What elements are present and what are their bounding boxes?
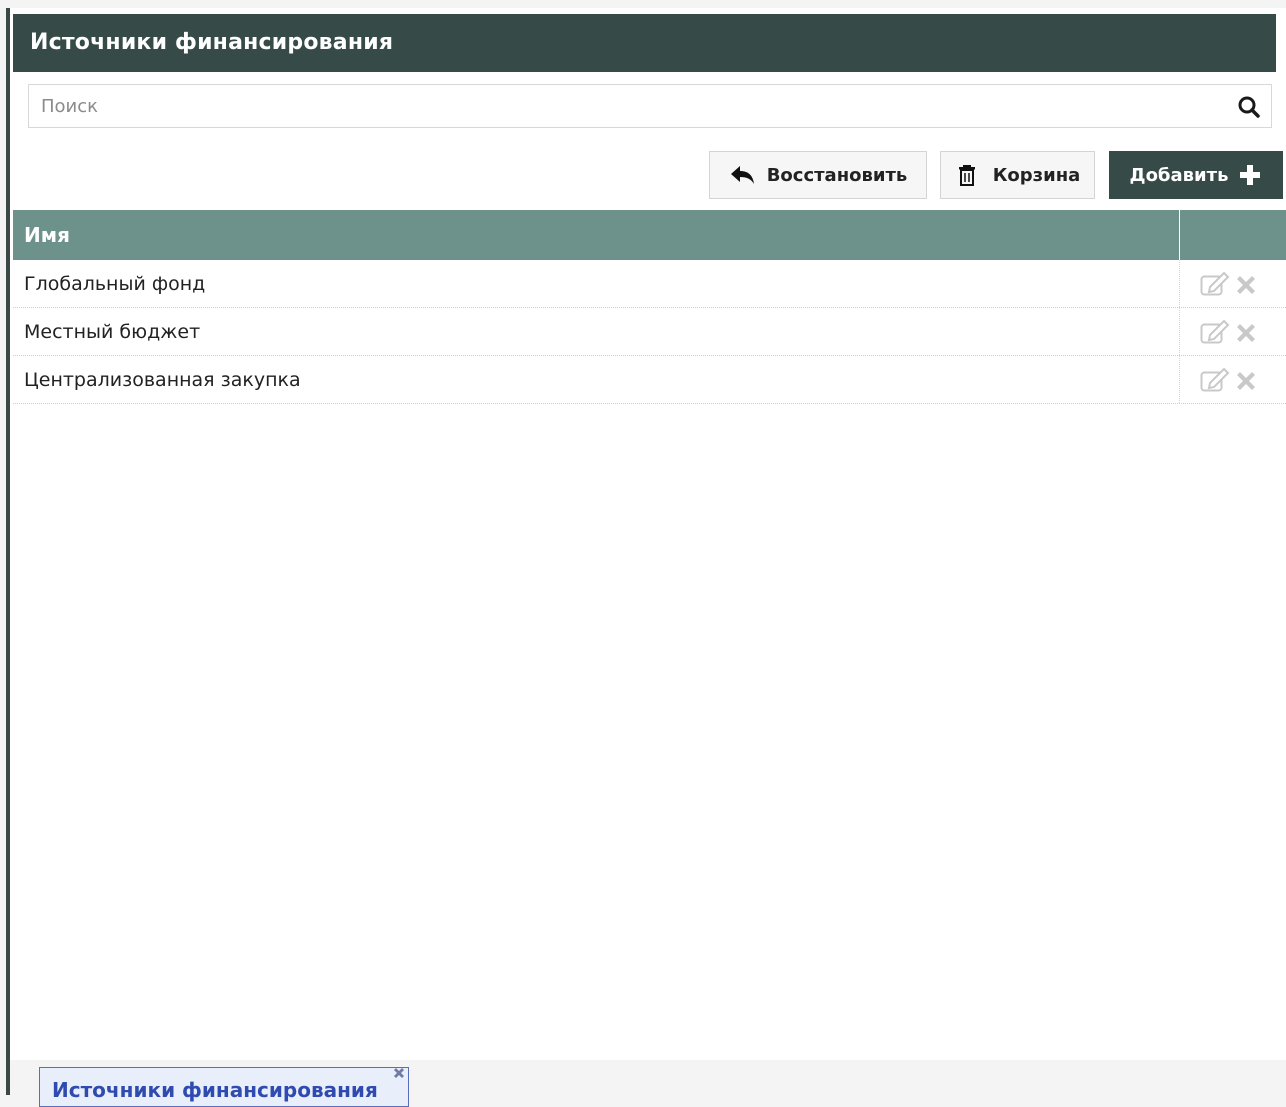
add-button[interactable]: Добавить — [1109, 151, 1283, 199]
trash-button[interactable]: Корзина — [940, 151, 1095, 199]
table-row[interactable]: Глобальный фонд — [13, 260, 1286, 308]
table-row[interactable]: Местный бюджет — [13, 308, 1286, 356]
row-name: Глобальный фонд — [24, 273, 206, 295]
edit-icon[interactable] — [1200, 272, 1230, 296]
undo-arrow-icon — [730, 166, 754, 184]
trash-button-label: Корзина — [992, 164, 1081, 186]
bottom-tab[interactable]: Источники финансирования — [39, 1067, 409, 1107]
row-actions — [1179, 356, 1286, 403]
row-actions — [1179, 260, 1286, 307]
trash-icon — [958, 165, 975, 186]
restore-button-label: Восстановить — [766, 164, 908, 186]
restore-button[interactable]: Восстановить — [709, 151, 927, 199]
title-bar: Источники финансирования — [13, 14, 1276, 72]
column-divider — [1179, 210, 1180, 260]
row-actions — [1179, 308, 1286, 355]
row-name: Местный бюджет — [24, 321, 201, 343]
window-left-border — [0, 0, 10, 1095]
bottom-tab-label: Источники финансирования — [52, 1078, 378, 1102]
plus-icon — [1240, 165, 1261, 185]
edit-icon[interactable] — [1200, 320, 1230, 344]
add-button-label: Добавить — [1129, 164, 1229, 186]
search-box — [28, 84, 1272, 128]
table-row[interactable]: Централизованная закупка — [13, 356, 1286, 404]
search-icon[interactable] — [1237, 95, 1261, 119]
close-icon[interactable] — [392, 1066, 406, 1080]
edit-icon[interactable] — [1200, 368, 1230, 392]
page-title: Источники финансирования — [30, 30, 394, 55]
delete-x-icon[interactable] — [1234, 321, 1258, 345]
column-header-name[interactable]: Имя — [24, 210, 70, 260]
delete-x-icon[interactable] — [1234, 273, 1258, 297]
delete-x-icon[interactable] — [1234, 369, 1258, 393]
search-input[interactable] — [29, 85, 1243, 127]
table-body: Глобальный фонд Местный бюджет Централиз… — [13, 260, 1286, 404]
table-header: Имя — [13, 210, 1286, 260]
row-name: Централизованная закупка — [24, 369, 301, 391]
